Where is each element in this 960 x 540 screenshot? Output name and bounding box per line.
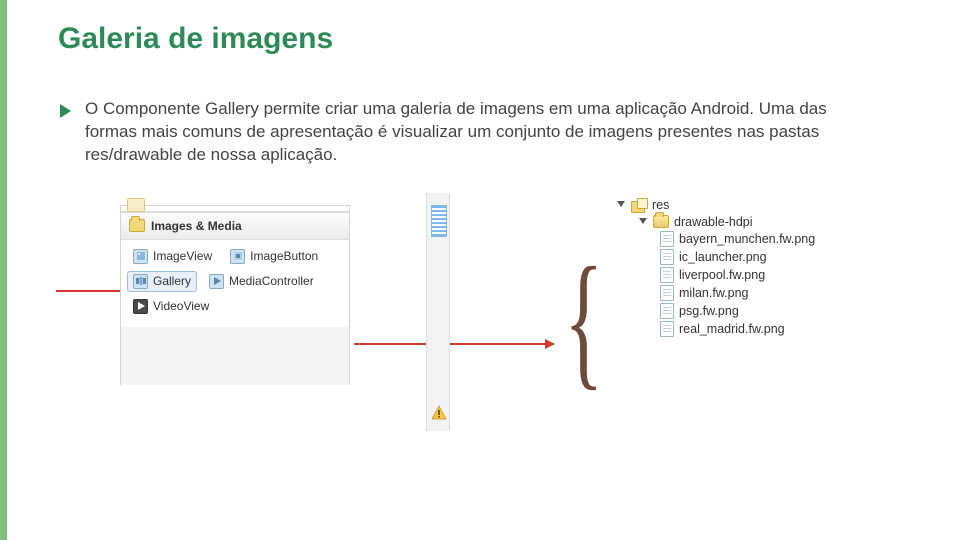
palette-item-videoview[interactable]: VideoView [127,296,237,317]
bullet-icon [60,104,71,118]
tree-file-label: real_madrid.fw.png [679,322,785,336]
image-button-icon [230,249,245,264]
palette-group-header[interactable]: Images & Media [121,212,349,240]
tree-file-label: liverpool.fw.png [679,268,765,282]
play-icon [209,274,224,289]
palette-item-label: ImageView [153,249,212,263]
project-tree: res drawable-hdpi bayern_munchen.fw.png … [612,193,858,342]
palette-item-label: VideoView [153,299,209,313]
gallery-icon [133,274,148,289]
tree-file-label: milan.fw.png [679,286,748,300]
figure-area: Images & Media ImageView ImageButton Gal… [58,193,902,453]
package-folder-icon [631,198,647,213]
video-icon [133,299,148,314]
tree-twisty-icon [616,200,626,210]
file-icon [660,321,674,337]
brace-icon: { [564,245,604,395]
file-icon [660,267,674,283]
accent-bar [0,0,7,540]
editor-ruler [426,193,450,431]
image-icon [133,249,148,264]
file-icon [660,231,674,247]
tree-node-label: drawable-hdpi [674,215,753,229]
tree-node-file[interactable]: real_madrid.fw.png [612,320,858,338]
palette-item-imageview[interactable]: ImageView [127,246,218,267]
tree-file-label: ic_launcher.png [679,250,767,264]
file-icon [660,285,674,301]
palette-item-mediacontroller[interactable]: MediaController [203,271,320,292]
tree-file-label: psg.fw.png [679,304,739,318]
bullet-item: O Componente Gallery permite criar uma g… [58,98,902,167]
tree-node-file[interactable]: ic_launcher.png [612,248,858,266]
palette-item-gallery[interactable]: Gallery [127,271,197,292]
folder-icon [129,219,145,232]
palette-item-imagebutton[interactable]: ImageButton [224,246,324,267]
palette-item-label: ImageButton [250,249,318,263]
tree-node-file[interactable]: psg.fw.png [612,302,858,320]
tree-node-res[interactable]: res [612,197,858,214]
tree-node-file[interactable]: bayern_munchen.fw.png [612,230,858,248]
page-title: Galeria de imagens [58,22,902,56]
palette-body: ImageView ImageButton Gallery MediaContr… [121,240,349,327]
tree-file-label: bayern_munchen.fw.png [679,232,815,246]
file-icon [660,303,674,319]
tree-twisty-icon [638,217,648,227]
tree-node-drawable[interactable]: drawable-hdpi [612,214,858,230]
arrow-to-palette [56,290,129,292]
palette-item-label: MediaController [229,274,314,288]
arrow-to-tree [354,343,554,345]
tree-node-file[interactable]: liverpool.fw.png [612,266,858,284]
palette-group-label: Images & Media [151,219,242,233]
palette-item-label: Gallery [153,274,191,288]
file-icon [660,249,674,265]
palette-panel: Images & Media ImageView ImageButton Gal… [120,205,350,385]
palette-previous-group-stub [121,206,349,212]
tree-node-label: res [652,198,669,212]
tree-node-file[interactable]: milan.fw.png [612,284,858,302]
paragraph-text: O Componente Gallery permite criar uma g… [85,98,865,167]
warning-icon [431,405,447,421]
folder-open-icon [653,215,669,228]
